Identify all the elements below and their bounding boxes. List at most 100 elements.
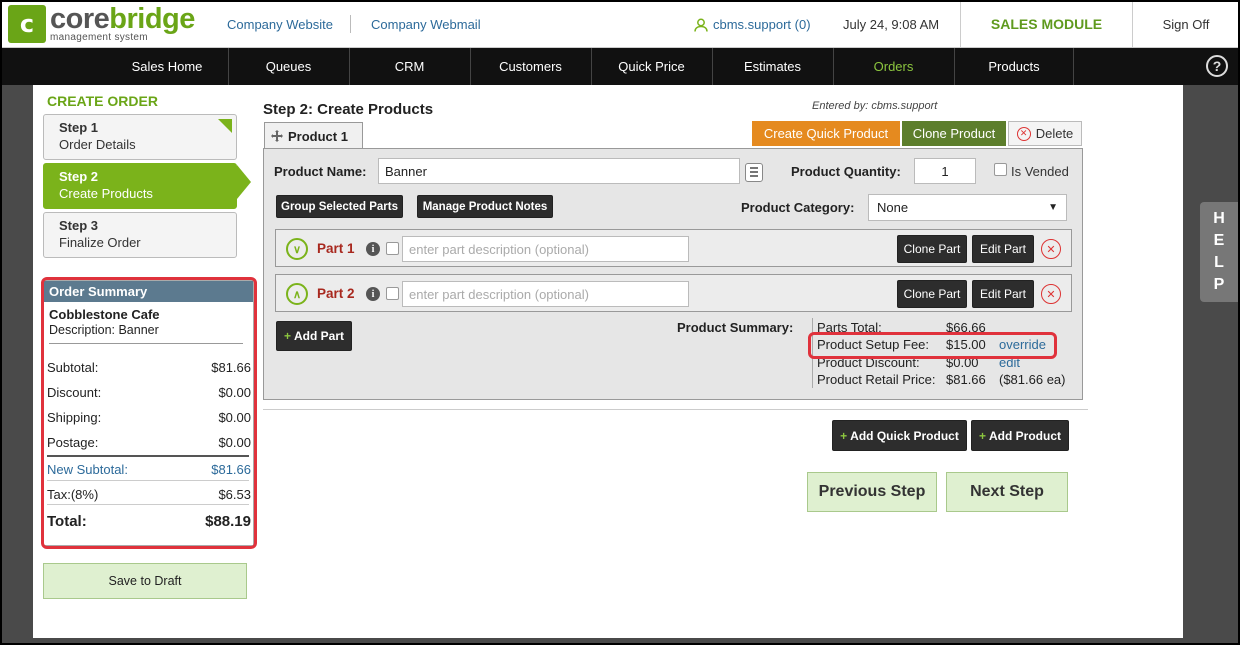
info-icon[interactable]: i xyxy=(366,287,380,301)
logo-name-bridge: bridge xyxy=(109,3,195,35)
part-label[interactable]: Part 1 xyxy=(317,241,355,256)
info-icon[interactable]: i xyxy=(366,242,380,256)
nav-orders[interactable]: Orders xyxy=(833,48,953,85)
add-quick-product-button[interactable]: + Add Quick Product xyxy=(832,420,967,451)
active-step-arrow-icon xyxy=(237,165,251,199)
move-icon xyxy=(271,130,283,142)
product-name-list-icon[interactable] xyxy=(745,163,763,182)
delete-product-button[interactable]: ✕ Delete xyxy=(1008,121,1082,146)
create-order-heading: CREATE ORDER xyxy=(47,93,158,109)
delete-label: Delete xyxy=(1035,126,1074,141)
manage-product-notes-button[interactable]: Manage Product Notes xyxy=(417,195,553,218)
current-datetime: July 24, 9:08 AM xyxy=(843,17,940,32)
help-letter: E xyxy=(1213,232,1225,249)
step-2-create-products[interactable]: Step 2 Create Products xyxy=(43,163,237,209)
product-category-value: None xyxy=(877,200,909,215)
nav-queues[interactable]: Queues xyxy=(228,48,348,85)
product-quantity-label: Product Quantity: xyxy=(791,164,901,179)
part-select-checkbox[interactable] xyxy=(386,287,399,300)
retail-price-value: $81.66 xyxy=(946,372,986,387)
previous-step-button[interactable]: Previous Step xyxy=(807,472,937,512)
plus-icon: + xyxy=(978,428,986,443)
plus-icon: + xyxy=(840,428,848,443)
delete-x-icon: ✕ xyxy=(1016,126,1031,141)
user-name: cbms.support (0) xyxy=(713,17,811,32)
product-quantity-input[interactable]: 1 xyxy=(914,158,976,184)
chevron-up-icon[interactable]: ∧ xyxy=(286,283,308,305)
logo-mark-icon: c xyxy=(8,5,46,43)
remove-part-icon[interactable]: ✕ xyxy=(1041,239,1061,259)
top-header: c corebridge management system Company W… xyxy=(0,0,1240,48)
product-category-label: Product Category: xyxy=(741,200,855,215)
logo-subtitle: management system xyxy=(50,32,148,43)
step-subtitle: Finalize Order xyxy=(59,235,141,250)
add-product-button[interactable]: + Add Product xyxy=(971,420,1069,451)
clone-product-button[interactable]: Clone Product xyxy=(902,121,1006,146)
step-subtitle: Create Products xyxy=(59,186,153,201)
nav-estimates[interactable]: Estimates xyxy=(712,48,832,85)
product-name-label: Product Name: xyxy=(274,164,367,179)
entered-by-text: Entered by: cbms.support xyxy=(812,100,938,112)
chevron-down-icon: ▼ xyxy=(1048,202,1058,213)
setup-fee-highlight-box xyxy=(808,332,1057,359)
remove-part-icon[interactable]: ✕ xyxy=(1041,284,1061,304)
panel-bottom-divider xyxy=(263,409,1088,410)
help-letter: P xyxy=(1213,276,1225,293)
is-vended-label: Is Vended xyxy=(1011,164,1069,179)
edit-part-button[interactable]: Edit Part xyxy=(972,235,1034,263)
nav-crm[interactable]: CRM xyxy=(349,48,469,85)
corebridge-logo[interactable]: c corebridge management system xyxy=(8,5,195,43)
create-quick-product-button[interactable]: Create Quick Product xyxy=(752,121,900,146)
help-letter: H xyxy=(1213,210,1225,227)
main-nav: Sales Home Queues CRM Customers Quick Pr… xyxy=(0,48,1240,85)
retail-price-label: Product Retail Price: xyxy=(817,372,936,387)
add-part-button[interactable]: + Add Part xyxy=(276,321,352,351)
nav-sales-home[interactable]: Sales Home xyxy=(107,48,227,85)
page-title: Step 2: Create Products xyxy=(263,101,434,118)
product-name-input[interactable]: Banner xyxy=(378,158,740,184)
nav-customers[interactable]: Customers xyxy=(470,48,590,85)
company-webmail-link[interactable]: Company Webmail xyxy=(371,17,481,32)
header-divider xyxy=(350,15,351,33)
chevron-down-icon[interactable]: ∨ xyxy=(286,238,308,260)
add-product-label: Add Product xyxy=(989,428,1061,443)
clone-part-button[interactable]: Clone Part xyxy=(897,280,967,308)
retail-price-each: ($81.66 ea) xyxy=(999,372,1066,387)
step-subtitle: Order Details xyxy=(59,137,136,152)
help-question-icon[interactable]: ? xyxy=(1206,55,1228,77)
next-step-button[interactable]: Next Step xyxy=(946,472,1068,512)
product-tab-label: Product 1 xyxy=(288,128,348,144)
part-description-input[interactable]: enter part description (optional) xyxy=(402,281,689,307)
is-vended-checkbox[interactable] xyxy=(994,163,1007,176)
help-letter: L xyxy=(1214,254,1224,271)
tab-product-1[interactable]: Product 1 xyxy=(264,122,363,149)
step-title: Step 3 xyxy=(59,218,99,233)
step-3-finalize-order[interactable]: Step 3 Finalize Order xyxy=(43,212,237,258)
step-title: Step 1 xyxy=(59,120,99,135)
group-selected-parts-button[interactable]: Group Selected Parts xyxy=(276,195,403,218)
help-side-tab[interactable]: H E L P xyxy=(1200,202,1238,302)
nav-quick-price[interactable]: Quick Price xyxy=(591,48,711,85)
part-row: ∨ Part 1 i enter part description (optio… xyxy=(275,229,1072,267)
step-title: Step 2 xyxy=(59,169,99,184)
edit-part-button[interactable]: Edit Part xyxy=(972,280,1034,308)
order-summary-highlight-box xyxy=(41,277,257,549)
clone-part-button[interactable]: Clone Part xyxy=(897,235,967,263)
plus-icon: + xyxy=(283,329,291,343)
part-label[interactable]: Part 2 xyxy=(317,286,355,301)
part-row: ∧ Part 2 i enter part description (optio… xyxy=(275,274,1072,312)
save-to-draft-button[interactable]: Save to Draft xyxy=(43,563,247,599)
nav-products[interactable]: Products xyxy=(954,48,1074,85)
step-complete-corner-icon xyxy=(218,119,232,133)
add-quick-product-label: Add Quick Product xyxy=(850,428,959,443)
sign-off-link[interactable]: Sign Off xyxy=(1134,0,1238,48)
part-select-checkbox[interactable] xyxy=(386,242,399,255)
product-category-select[interactable]: None ▼ xyxy=(868,194,1067,221)
part-description-input[interactable]: enter part description (optional) xyxy=(402,236,689,262)
company-website-link[interactable]: Company Website xyxy=(227,17,333,32)
step-1-order-details[interactable]: Step 1 Order Details xyxy=(43,114,237,160)
sales-module-label[interactable]: SALES MODULE xyxy=(960,0,1133,48)
product-summary-label: Product Summary: xyxy=(677,320,794,335)
logo-name-core: core xyxy=(50,3,110,35)
user-account-link[interactable]: cbms.support (0) xyxy=(694,17,811,32)
